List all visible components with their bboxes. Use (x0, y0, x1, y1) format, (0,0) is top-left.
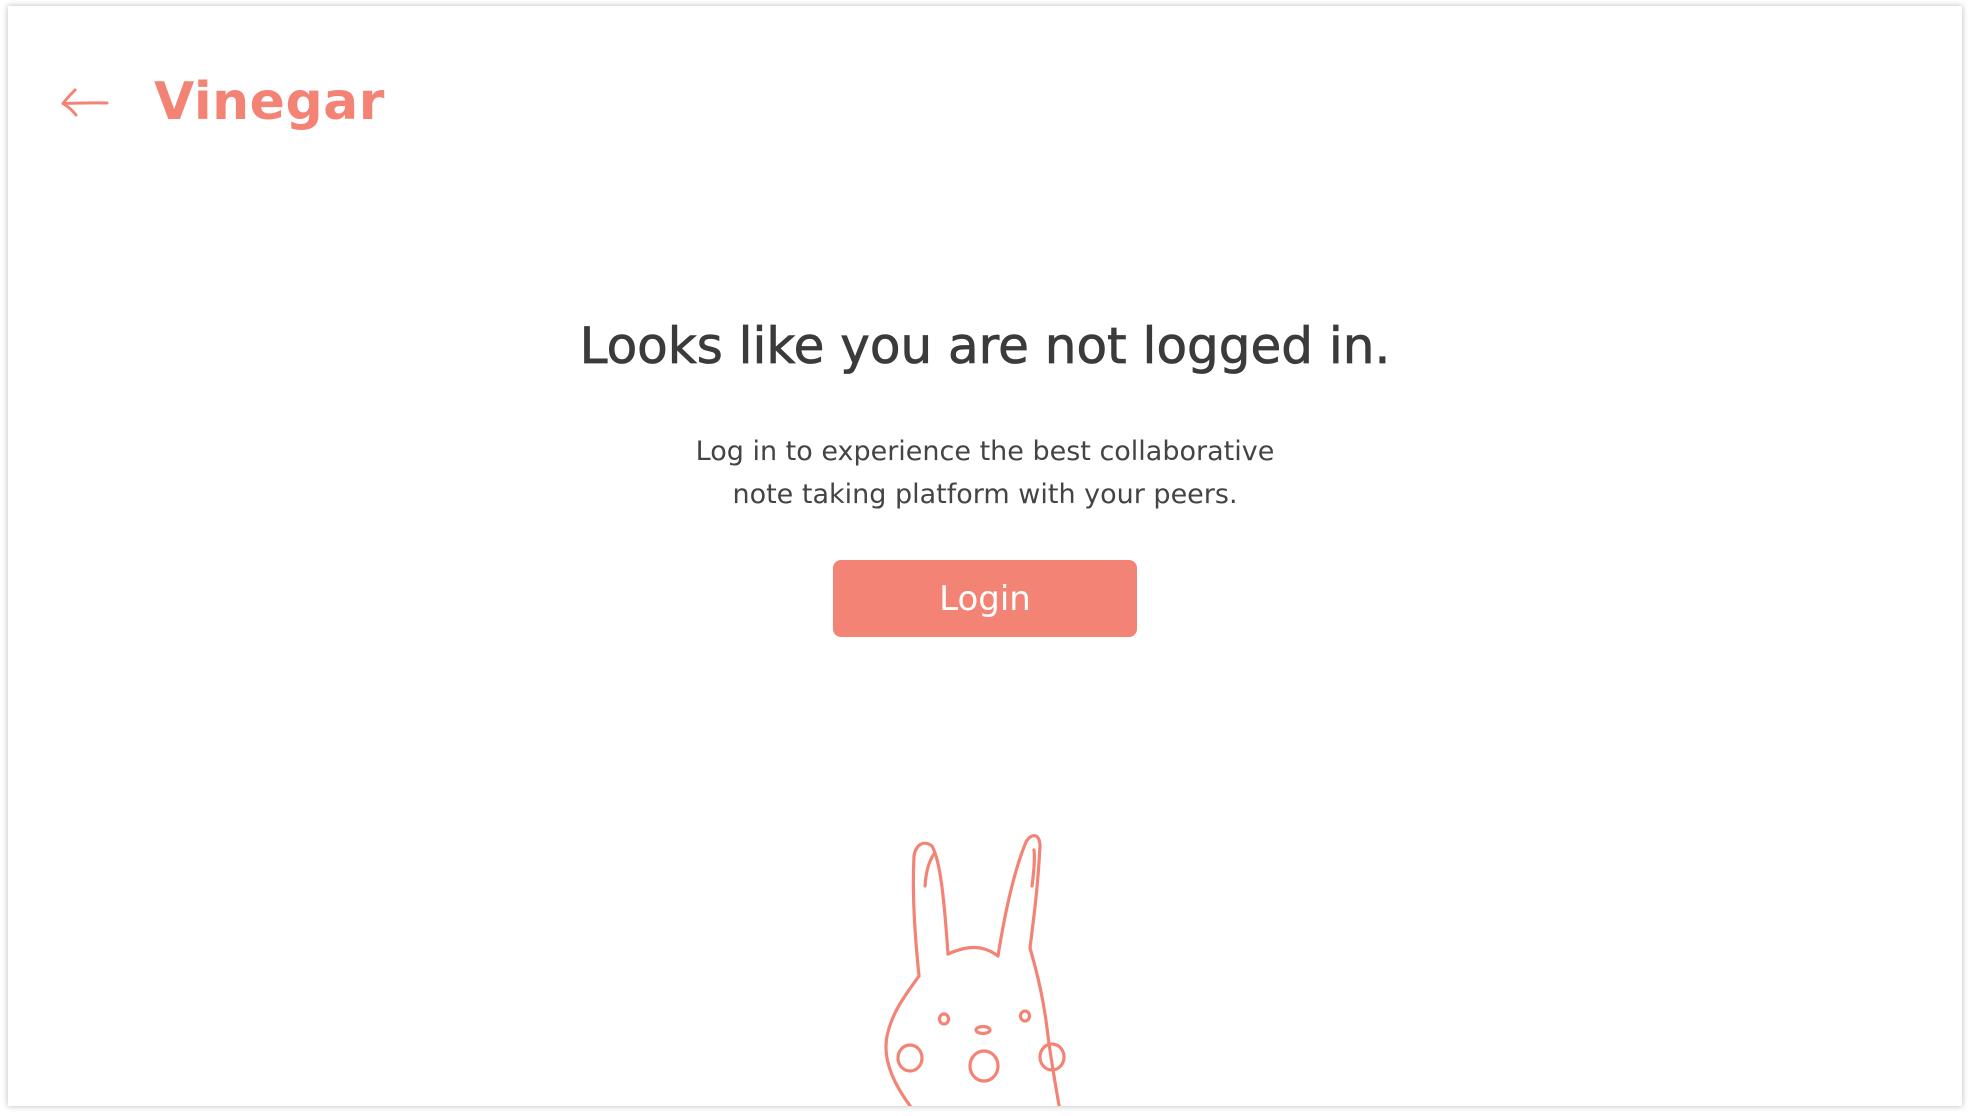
brand-logo[interactable]: Vinegar (154, 76, 385, 128)
bunny-mascot-illustration (884, 834, 1066, 1106)
page-title: Looks like you are not logged in. (579, 317, 1391, 376)
subtitle-line-2: note taking platform with your peers. (732, 479, 1238, 510)
page-subtitle: Log in to experience the best collaborat… (625, 430, 1345, 516)
subtitle-line-1: Log in to experience the best collaborat… (695, 436, 1275, 467)
app-window: Vinegar Looks like you are not logged in… (8, 6, 1962, 1106)
login-button[interactable]: Login (833, 560, 1137, 637)
login-prompt: Looks like you are not logged in. Log in… (8, 314, 1962, 637)
top-bar: Vinegar (60, 76, 385, 128)
back-button[interactable] (60, 80, 120, 124)
arrow-left-icon (61, 88, 109, 117)
